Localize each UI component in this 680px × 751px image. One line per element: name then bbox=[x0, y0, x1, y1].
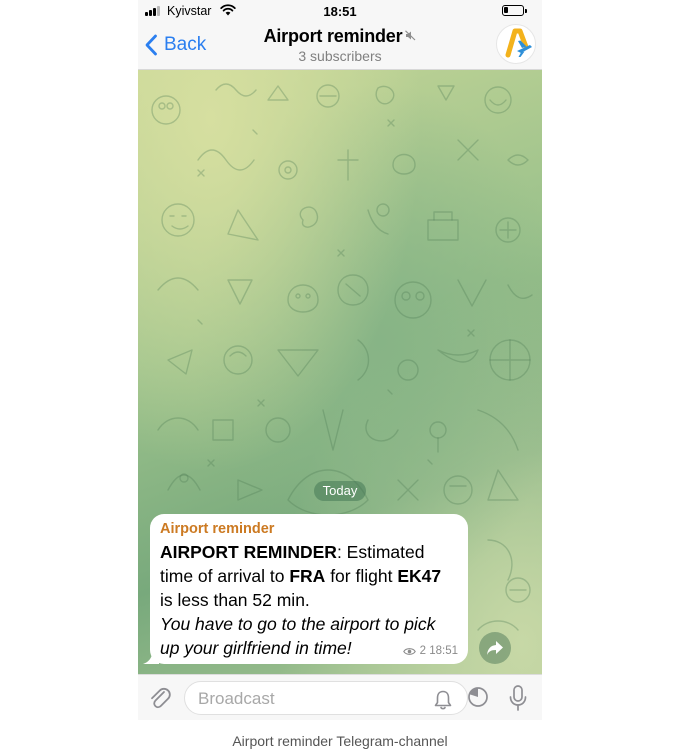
broadcast-input[interactable]: Broadcast bbox=[184, 681, 468, 715]
airport-logo-icon bbox=[505, 28, 532, 58]
message-italic-note: You have to go to the airport to pick up… bbox=[160, 614, 436, 658]
eye-icon bbox=[402, 647, 416, 655]
message-text-part: is less than 52 min. bbox=[160, 590, 310, 610]
subscriber-count: 3 subscribers bbox=[298, 48, 382, 64]
message-text: AIRPORT REMINDER: Estimated time of arri… bbox=[160, 540, 458, 660]
phone-screen: Kyivstar 18:51 Back Airport reminder 3 s… bbox=[138, 0, 542, 720]
broadcast-placeholder: Broadcast bbox=[198, 689, 275, 708]
status-bar: Kyivstar 18:51 bbox=[138, 0, 542, 22]
channel-avatar[interactable] bbox=[496, 24, 536, 64]
view-count: 2 bbox=[419, 645, 427, 657]
chat-background: Today Airport reminder AIRPORT REMINDER:… bbox=[138, 70, 542, 674]
message-meta: 2 18:51 bbox=[402, 645, 458, 657]
message-text-part: for flight bbox=[325, 566, 398, 586]
message-sender: Airport reminder bbox=[160, 521, 275, 537]
airport-code: FRA bbox=[289, 566, 326, 586]
back-button[interactable]: Back bbox=[144, 32, 206, 58]
message-heading: AIRPORT REMINDER bbox=[160, 542, 337, 562]
share-button[interactable] bbox=[479, 632, 511, 664]
message-bubble[interactable]: Airport reminder AIRPORT REMINDER: Estim… bbox=[150, 514, 468, 664]
flight-number: EK47 bbox=[397, 566, 442, 586]
channel-title: Airport reminder bbox=[263, 26, 403, 46]
composer-bar: Broadcast bbox=[138, 674, 542, 720]
chevron-left-icon bbox=[145, 34, 157, 56]
date-separator: Today bbox=[314, 481, 366, 501]
nav-bar: Back Airport reminder 3 subscribers bbox=[138, 22, 542, 70]
chat-header[interactable]: Airport reminder 3 subscribers bbox=[228, 26, 452, 64]
microphone-icon[interactable] bbox=[508, 684, 528, 712]
image-caption: Airport reminder Telegram-channel bbox=[232, 733, 448, 749]
bell-icon[interactable] bbox=[433, 689, 453, 711]
paperclip-icon[interactable] bbox=[148, 685, 172, 711]
back-label: Back bbox=[164, 34, 207, 55]
muted-speaker-icon bbox=[405, 30, 416, 41]
message-time: 18:51 bbox=[429, 645, 458, 657]
status-time: 18:51 bbox=[323, 4, 357, 19]
share-arrow-icon bbox=[487, 641, 503, 655]
battery-icon bbox=[502, 5, 527, 16]
timer-icon[interactable] bbox=[467, 686, 489, 708]
